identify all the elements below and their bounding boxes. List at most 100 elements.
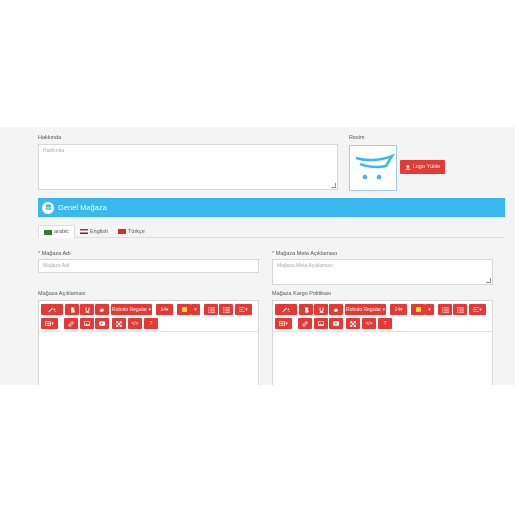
link-icon xyxy=(302,320,308,327)
store-settings-panel: Hakkında Hakkında Resim Logo Yükle Genel… xyxy=(0,127,515,385)
style-button[interactable] xyxy=(41,304,63,315)
store-meta-placeholder: Mağaza Meta Açıklaması xyxy=(277,263,333,269)
magic-wand-icon xyxy=(282,307,290,312)
eraser-button[interactable] xyxy=(95,304,109,315)
font-size-dropdown[interactable]: 14 ▾ xyxy=(390,304,407,315)
resize-handle-icon[interactable] xyxy=(331,183,336,188)
table-dropdown[interactable]: ▾ xyxy=(275,318,292,329)
image-button[interactable] xyxy=(80,318,94,329)
color-dropdown-button[interactable]: ▾ xyxy=(191,304,200,315)
video-button[interactable] xyxy=(95,318,109,329)
eraser-icon xyxy=(99,308,105,312)
bold-icon xyxy=(70,306,75,313)
color-swatch-icon xyxy=(181,307,187,312)
unordered-list-icon xyxy=(456,306,464,313)
ordered-list-button[interactable] xyxy=(204,304,218,315)
store-description-editor[interactable]: Roboto Regular ▾ 14 ▾ ▾ ▾ ▾ </> ? xyxy=(38,300,259,385)
style-button[interactable] xyxy=(275,304,297,315)
tab-arabic-label: arabic xyxy=(54,229,69,235)
store-description-label: Mağaza Açıklaması xyxy=(38,291,86,297)
color-swatch-icon xyxy=(415,307,421,312)
font-name-value: Roboto Regular xyxy=(112,306,148,313)
align-dropdown[interactable]: ▾ xyxy=(469,304,486,315)
shipping-policy-editor[interactable]: Roboto Regular ▾ 14 ▾ ▾ ▾ ▾ </> ? xyxy=(272,300,493,385)
arabic-flag-icon xyxy=(44,229,52,235)
upload-icon xyxy=(405,164,411,170)
store-meta-label: * Mağaza Meta Açıklaması xyxy=(272,251,338,257)
upload-logo-label: Logo Yükle xyxy=(412,164,441,170)
align-dropdown[interactable]: ▾ xyxy=(235,304,252,315)
underline-icon xyxy=(85,306,89,313)
tab-english[interactable]: English xyxy=(75,225,113,238)
code-icon: </> xyxy=(131,320,139,327)
caret-down-icon: ▾ xyxy=(194,306,197,313)
bold-icon xyxy=(304,306,309,313)
underline-icon xyxy=(319,306,323,313)
database-icon xyxy=(45,204,51,210)
help-button[interactable]: ? xyxy=(378,318,392,329)
bold-button[interactable] xyxy=(299,304,313,315)
video-button[interactable] xyxy=(329,318,343,329)
underline-button[interactable] xyxy=(80,304,94,315)
unordered-list-icon xyxy=(222,306,230,313)
store-name-input[interactable]: Mağaza Adı xyxy=(38,259,259,273)
caret-down-icon: ▾ xyxy=(245,306,248,313)
font-name-dropdown[interactable]: Roboto Regular ▾ xyxy=(345,304,386,315)
tab-english-label: English xyxy=(89,228,109,235)
expand-icon xyxy=(350,320,356,327)
ordered-list-icon xyxy=(441,306,449,313)
code-view-button[interactable]: </> xyxy=(128,318,142,329)
question-icon: ? xyxy=(149,320,153,327)
help-button[interactable]: ? xyxy=(144,318,158,329)
fullscreen-button[interactable] xyxy=(112,318,126,329)
about-textarea[interactable]: Hakkında xyxy=(38,144,338,190)
eraser-button[interactable] xyxy=(329,304,343,315)
shipping-policy-label: Mağaza Kargo Politikası xyxy=(272,291,332,297)
toolbar-divider xyxy=(39,331,258,332)
about-placeholder: Hakkında xyxy=(43,148,65,154)
underline-button[interactable] xyxy=(314,304,328,315)
caret-down-icon: ▾ xyxy=(400,306,403,313)
font-name-value: Roboto Regular xyxy=(346,306,382,313)
highlight-color-button[interactable] xyxy=(411,304,425,315)
font-size-dropdown[interactable]: 14 ▾ xyxy=(156,304,173,315)
upload-logo-button[interactable]: Logo Yükle xyxy=(400,160,445,174)
caret-down-icon: ▾ xyxy=(285,320,288,327)
color-dropdown-button[interactable]: ▾ xyxy=(425,304,434,315)
about-label: Hakkında xyxy=(38,135,62,141)
video-icon xyxy=(333,321,339,326)
expand-icon xyxy=(116,320,122,327)
tab-turkish[interactable]: Türkçe xyxy=(113,225,150,238)
code-view-button[interactable]: </> xyxy=(362,318,376,329)
logo-preview[interactable] xyxy=(349,145,397,191)
code-icon: </> xyxy=(365,320,373,327)
image-label: Resim xyxy=(349,135,365,141)
resize-handle-icon[interactable] xyxy=(486,278,491,283)
cart-logo-icon xyxy=(355,153,396,180)
tab-turkish-label: Türkçe xyxy=(128,228,145,235)
store-name-label: * Mağaza Adı xyxy=(38,251,71,257)
unordered-list-button[interactable] xyxy=(453,304,467,315)
caret-down-icon: ▾ xyxy=(51,320,54,327)
store-meta-textarea[interactable]: Mağaza Meta Açıklaması xyxy=(272,259,493,285)
eraser-icon xyxy=(333,308,339,312)
caret-down-icon: ▾ xyxy=(166,306,169,313)
image-button[interactable] xyxy=(314,318,328,329)
link-button[interactable] xyxy=(64,318,78,329)
caret-down-icon: ▾ xyxy=(148,306,151,313)
tab-arabic[interactable]: arabic xyxy=(38,225,75,238)
toolbar-divider xyxy=(273,331,492,332)
bold-button[interactable] xyxy=(65,304,79,315)
picture-icon xyxy=(84,321,90,326)
store-section-icon-wrap xyxy=(42,201,54,214)
store-section-title: Genel Mağaza xyxy=(58,203,107,212)
magic-wand-icon xyxy=(48,307,56,312)
font-name-dropdown[interactable]: Roboto Regular ▾ xyxy=(111,304,152,315)
fullscreen-button[interactable] xyxy=(346,318,360,329)
link-button[interactable] xyxy=(298,318,312,329)
highlight-color-button[interactable] xyxy=(177,304,191,315)
ordered-list-button[interactable] xyxy=(438,304,452,315)
table-dropdown[interactable]: ▾ xyxy=(41,318,58,329)
ordered-list-icon xyxy=(207,306,215,313)
unordered-list-button[interactable] xyxy=(219,304,233,315)
